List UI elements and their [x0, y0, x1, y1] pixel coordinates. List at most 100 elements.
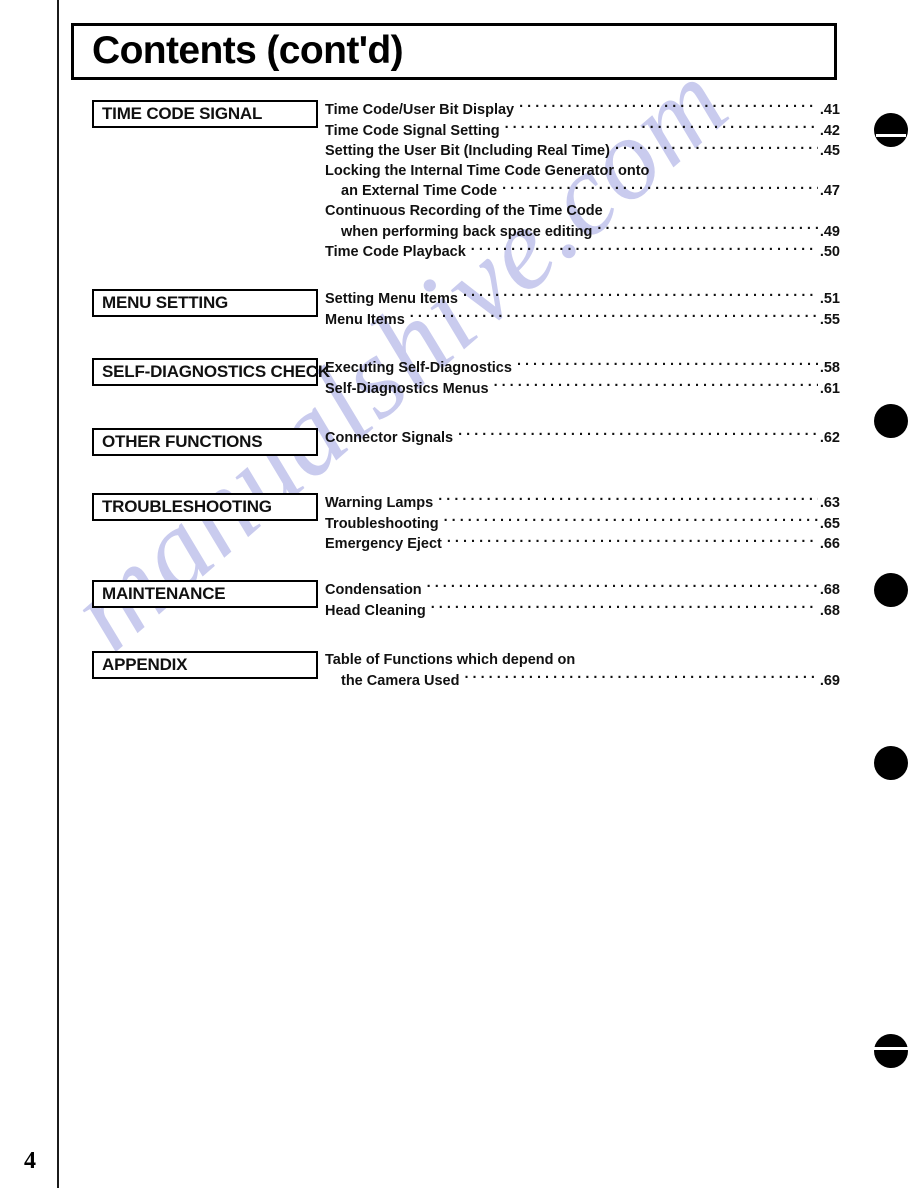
toc-leader-dots — [410, 310, 818, 324]
toc-section: MENU SETTING Setting Menu Items51Menu Ite… — [0, 289, 918, 330]
toc-entry-title: Time Code Signal Setting — [325, 122, 500, 139]
toc-category-box[interactable]: MAINTENANCE — [92, 580, 318, 608]
toc-entry-title: Self-Diagnostics Menus — [325, 380, 489, 397]
toc-entry-page-number: 68 — [820, 602, 840, 622]
toc-entry-page-number: 41 — [820, 101, 840, 121]
toc-entry-page-number: 69 — [820, 672, 840, 692]
toc-entry[interactable]: Setting Menu Items 51 — [325, 289, 840, 310]
toc-entry-title: Menu Items — [325, 311, 405, 328]
toc-entry-title: Setting the User Bit (Including Real Tim… — [325, 143, 610, 160]
toc-leader-dots — [494, 379, 818, 393]
toc-entries-column: Warning Lamps63Troubleshooting65Emergenc… — [318, 493, 918, 555]
toc-entry[interactable]: Executing Self-Diagnostics 58 — [325, 358, 840, 379]
toc-category-column: TIME CODE SIGNAL — [0, 100, 318, 128]
toc-leader-dots — [447, 534, 818, 548]
toc-entry[interactable]: Condensation 68 — [325, 580, 840, 601]
toc-leader-dots — [502, 181, 818, 195]
toc-entry-page-number: 42 — [820, 122, 840, 142]
toc-entry[interactable]: Setting the User Bit (Including Real Tim… — [325, 141, 840, 162]
toc-category-box[interactable]: TROUBLESHOOTING — [92, 493, 318, 521]
binding-hole-mark — [874, 404, 908, 438]
toc-entry[interactable]: Time Code/User Bit Display 41 — [325, 100, 840, 121]
toc-leader-dots — [444, 514, 818, 528]
toc-entry-title: when performing back space editing — [341, 223, 593, 240]
toc-leader-dots — [505, 121, 818, 135]
toc-entry-title: Executing Self-Diagnostics — [325, 360, 512, 376]
toc-entry-page-number: 61 — [820, 380, 840, 400]
toc-entry-title: Time Code Playback — [325, 244, 466, 261]
page-title-box: Contents (cont'd) — [71, 23, 837, 80]
toc-category-label: SELF-DIAGNOSTICS CHECK — [102, 362, 330, 381]
toc-entry[interactable]: Time Code Signal Setting 42 — [325, 121, 840, 142]
toc-category-box[interactable]: SELF-DIAGNOSTICS CHECK — [92, 358, 330, 386]
toc-entries-column: Executing Self-Diagnostics58Self-Diagnos… — [318, 358, 918, 399]
toc-entry-page-number: 66 — [820, 535, 840, 555]
toc-entry-page-number: 65 — [820, 515, 840, 535]
toc-section: APPENDIX Table of Functions which depend … — [0, 651, 918, 691]
binding-hole-mark — [874, 113, 908, 147]
toc-category-label: OTHER FUNCTIONS — [102, 432, 263, 451]
binding-hole-mark — [874, 746, 908, 780]
toc-entries-column: Connector Signals 62 — [318, 428, 918, 449]
toc-entry-page-number: 63 — [820, 494, 840, 514]
toc-entry[interactable]: Emergency Eject 66 — [325, 534, 840, 555]
toc-entry[interactable]: when performing back space editing 49 — [325, 222, 840, 243]
toc-section: TROUBLESHOOTING Warning Lamps63Troublesho… — [0, 493, 918, 555]
toc-leader-dots — [615, 141, 818, 155]
toc-entry-title: Connector Signals — [325, 430, 454, 446]
toc-category-box[interactable]: MENU SETTING — [92, 289, 318, 317]
toc-category-box[interactable]: TIME CODE SIGNAL — [92, 100, 318, 128]
toc-entry-page-number: 49 — [820, 223, 840, 243]
toc-category-column: OTHER FUNCTIONS — [0, 428, 318, 456]
toc-leader-dots — [597, 222, 817, 236]
toc-category-column: SELF-DIAGNOSTICS CHECK — [0, 358, 330, 386]
page-title: Contents (cont'd) — [92, 28, 404, 72]
toc-entry-page-number: 62 — [820, 429, 840, 449]
toc-category-column: TROUBLESHOOTING — [0, 493, 318, 521]
toc-category-label: MAINTENANCE — [102, 584, 226, 603]
toc-entry[interactable]: Self-Diagnostics Menus 61 — [325, 379, 840, 400]
toc-entry[interactable]: Warning Lamps 63 — [325, 493, 840, 514]
toc-category-label: TIME CODE SIGNAL — [102, 104, 263, 123]
toc-entry-title: the Camera Used — [341, 672, 460, 689]
toc-entry-title: Time Code/User Bit Display — [325, 102, 515, 118]
document-page: manualshive.com Contents (cont'd) TIME C… — [0, 0, 918, 1188]
toc-category-column: APPENDIX — [0, 651, 318, 679]
toc-entries-column: Table of Functions which depend on the Ca… — [318, 651, 918, 691]
toc-category-column: MAINTENANCE — [0, 580, 318, 608]
toc-leader-dots — [438, 493, 818, 507]
toc-entry[interactable]: Menu Items 55 — [325, 310, 840, 331]
toc-leader-dots — [463, 289, 818, 303]
binding-hole-mark — [874, 1034, 908, 1068]
toc-entry[interactable]: Time Code Playback 50 — [325, 242, 840, 263]
toc-entry-title: Locking the Internal Time Code Generator… — [325, 162, 650, 179]
toc-entry-page-number: 58 — [820, 359, 840, 379]
toc-entry-page-number: 55 — [820, 311, 840, 331]
toc-category-column: MENU SETTING — [0, 289, 318, 317]
toc-entry-title: Emergency Eject — [325, 536, 442, 553]
toc-category-label: APPENDIX — [102, 655, 188, 674]
toc-leader-dots — [431, 601, 818, 615]
toc-entry[interactable]: Troubleshooting 65 — [325, 514, 840, 535]
toc-category-label: TROUBLESHOOTING — [102, 497, 272, 516]
toc-entry[interactable]: Locking the Internal Time Code Generator… — [325, 162, 840, 182]
toc-entry[interactable]: Continuous Recording of the Time Code — [325, 202, 840, 222]
toc-entry-title: Head Cleaning — [325, 602, 426, 619]
toc-entry[interactable]: Connector Signals 62 — [325, 428, 840, 449]
toc-entry[interactable]: the Camera Used 69 — [325, 671, 840, 692]
toc-entry-page-number: 45 — [820, 142, 840, 162]
toc-leader-dots — [458, 428, 818, 442]
toc-entry[interactable]: an External Time Code 47 — [325, 181, 840, 202]
toc-entry-title: Troubleshooting — [325, 515, 439, 532]
toc-entry-title: Setting Menu Items — [325, 291, 458, 307]
toc-entry-page-number: 47 — [820, 182, 840, 202]
toc-category-box[interactable]: APPENDIX — [92, 651, 318, 679]
toc-category-box[interactable]: OTHER FUNCTIONS — [92, 428, 318, 456]
toc-entry[interactable]: Head Cleaning 68 — [325, 601, 840, 622]
toc-leader-dots — [464, 671, 817, 685]
toc-entry-page-number: 50 — [820, 243, 840, 263]
toc-entry-title: Condensation — [325, 582, 422, 598]
toc-entry[interactable]: Table of Functions which depend on — [325, 651, 840, 671]
toc-section: TIME CODE SIGNAL Time Code/User Bit Displ… — [0, 100, 918, 263]
toc-entry-page-number: 68 — [820, 581, 840, 601]
